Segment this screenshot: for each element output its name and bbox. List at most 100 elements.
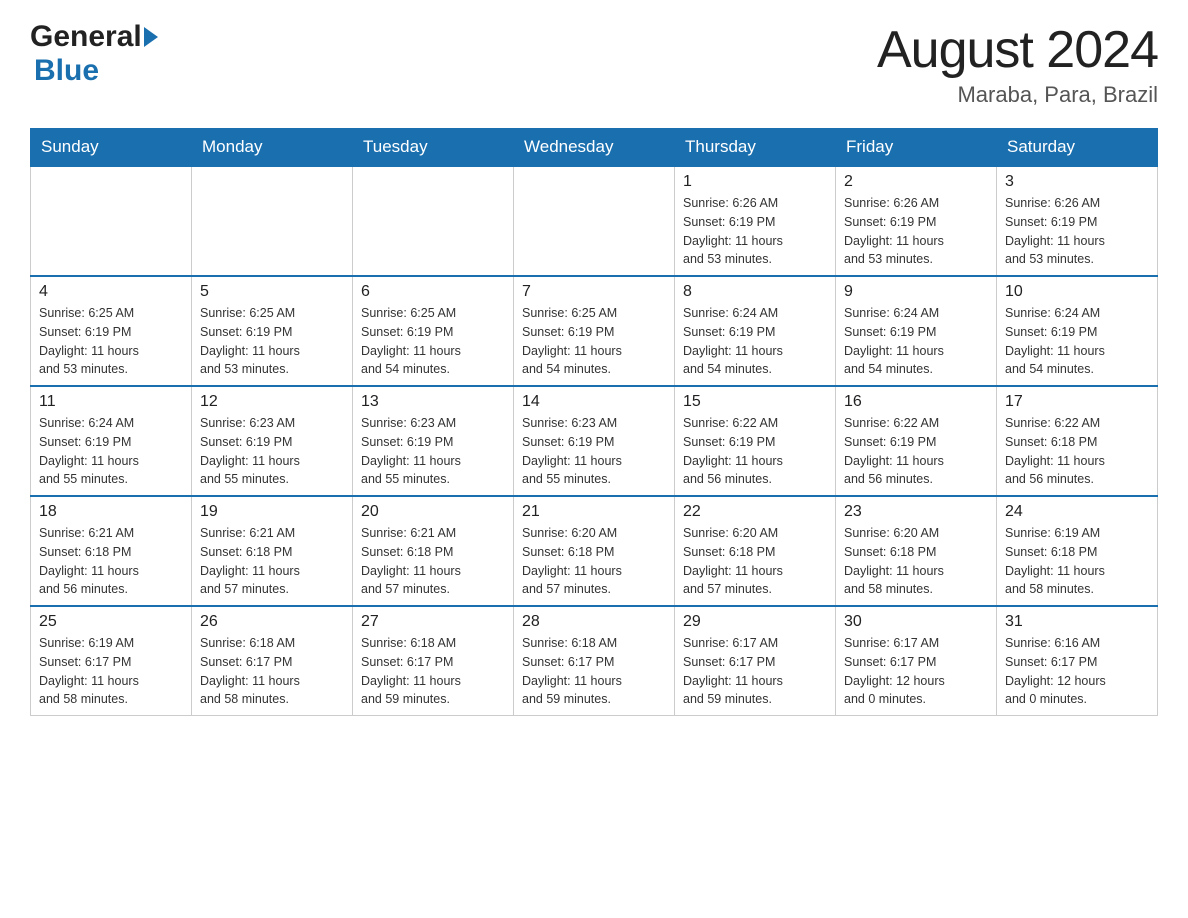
calendar-cell: 18 Sunrise: 6:21 AM Sunset: 6:18 PM Dayli… [31, 496, 192, 606]
calendar-cell: 5 Sunrise: 6:25 AM Sunset: 6:19 PM Daylig… [192, 276, 353, 386]
weekday-header-monday: Monday [192, 129, 353, 167]
day-info: Sunrise: 6:20 AM Sunset: 6:18 PM Dayligh… [683, 524, 827, 599]
calendar-table: SundayMondayTuesdayWednesdayThursdayFrid… [30, 128, 1158, 716]
day-number: 15 [683, 393, 827, 411]
day-info: Sunrise: 6:23 AM Sunset: 6:19 PM Dayligh… [200, 414, 344, 489]
calendar-cell: 14Sunrise: 6:23 AM Sunset: 6:19 PM Dayli… [514, 386, 675, 496]
day-info: Sunrise: 6:18 AM Sunset: 6:17 PM Dayligh… [522, 634, 666, 709]
day-number: 1 [683, 173, 827, 191]
day-info: Sunrise: 6:19 AM Sunset: 6:18 PM Dayligh… [1005, 524, 1149, 599]
week-row-3: 11Sunrise: 6:24 AM Sunset: 6:19 PM Dayli… [31, 386, 1158, 496]
day-number: 27 [361, 613, 505, 631]
calendar-cell: 29 Sunrise: 6:17 AM Sunset: 6:17 PM Dayli… [675, 606, 836, 716]
day-info: Sunrise: 6:18 AM Sunset: 6:17 PM Dayligh… [361, 634, 505, 709]
day-info: Sunrise: 6:25 AM Sunset: 6:19 PM Dayligh… [39, 304, 183, 379]
weekday-header-saturday: Saturday [997, 129, 1158, 167]
week-row-1: 1 Sunrise: 6:26 AM Sunset: 6:19 PM Daylig… [31, 166, 1158, 276]
day-info: Sunrise: 6:24 AM Sunset: 6:19 PM Dayligh… [844, 304, 988, 379]
calendar-cell: 25 Sunrise: 6:19 AM Sunset: 6:17 PM Dayli… [31, 606, 192, 716]
weekday-header-thursday: Thursday [675, 129, 836, 167]
day-number: 5 [200, 283, 344, 301]
day-info: Sunrise: 6:17 AM Sunset: 6:17 PM Dayligh… [683, 634, 827, 709]
day-info: Sunrise: 6:20 AM Sunset: 6:18 PM Dayligh… [522, 524, 666, 599]
calendar-cell: 13 Sunrise: 6:23 AM Sunset: 6:19 PM Dayli… [353, 386, 514, 496]
weekday-header-sunday: Sunday [31, 129, 192, 167]
day-info: Sunrise: 6:26 AM Sunset: 6:19 PM Dayligh… [844, 194, 988, 269]
location-title: Maraba, Para, Brazil [877, 82, 1158, 108]
calendar-cell: 15 Sunrise: 6:22 AM Sunset: 6:19 PM Dayli… [675, 386, 836, 496]
month-title: August 2024 [877, 20, 1158, 80]
day-number: 13 [361, 393, 505, 411]
page-header: General Blue August 2024 Maraba, Para, B… [30, 20, 1158, 108]
day-number: 4 [39, 283, 183, 301]
day-info: Sunrise: 6:16 AM Sunset: 6:17 PM Dayligh… [1005, 634, 1149, 709]
day-number: 25 [39, 613, 183, 631]
day-number: 9 [844, 283, 988, 301]
day-info: Sunrise: 6:25 AM Sunset: 6:19 PM Dayligh… [200, 304, 344, 379]
calendar-cell: 19Sunrise: 6:21 AM Sunset: 6:18 PM Dayli… [192, 496, 353, 606]
day-info: Sunrise: 6:18 AM Sunset: 6:17 PM Dayligh… [200, 634, 344, 709]
day-info: Sunrise: 6:19 AM Sunset: 6:17 PM Dayligh… [39, 634, 183, 709]
day-number: 23 [844, 503, 988, 521]
calendar-cell: 9 Sunrise: 6:24 AM Sunset: 6:19 PM Daylig… [836, 276, 997, 386]
calendar-cell: 17Sunrise: 6:22 AM Sunset: 6:18 PM Dayli… [997, 386, 1158, 496]
day-number: 6 [361, 283, 505, 301]
logo-triangle-icon [144, 27, 158, 47]
calendar-cell: 23 Sunrise: 6:20 AM Sunset: 6:18 PM Dayli… [836, 496, 997, 606]
calendar-cell: 3 Sunrise: 6:26 AM Sunset: 6:19 PM Daylig… [997, 166, 1158, 276]
calendar-cell: 30 Sunrise: 6:17 AM Sunset: 6:17 PM Dayli… [836, 606, 997, 716]
day-number: 24 [1005, 503, 1149, 521]
day-number: 3 [1005, 173, 1149, 191]
weekday-header-tuesday: Tuesday [353, 129, 514, 167]
day-number: 2 [844, 173, 988, 191]
day-number: 7 [522, 283, 666, 301]
day-number: 29 [683, 613, 827, 631]
day-info: Sunrise: 6:24 AM Sunset: 6:19 PM Dayligh… [1005, 304, 1149, 379]
day-info: Sunrise: 6:24 AM Sunset: 6:19 PM Dayligh… [683, 304, 827, 379]
calendar-cell: 24 Sunrise: 6:19 AM Sunset: 6:18 PM Dayli… [997, 496, 1158, 606]
logo-blue-text: Blue [34, 54, 99, 87]
day-info: Sunrise: 6:20 AM Sunset: 6:18 PM Dayligh… [844, 524, 988, 599]
calendar-cell [192, 166, 353, 276]
weekday-header-friday: Friday [836, 129, 997, 167]
day-number: 14 [522, 393, 666, 411]
day-number: 28 [522, 613, 666, 631]
day-info: Sunrise: 6:23 AM Sunset: 6:19 PM Dayligh… [361, 414, 505, 489]
day-info: Sunrise: 6:21 AM Sunset: 6:18 PM Dayligh… [39, 524, 183, 599]
day-number: 19 [200, 503, 344, 521]
day-number: 17 [1005, 393, 1149, 411]
day-number: 30 [844, 613, 988, 631]
logo: General Blue [30, 20, 158, 88]
weekday-header-row: SundayMondayTuesdayWednesdayThursdayFrid… [31, 129, 1158, 167]
calendar-cell [31, 166, 192, 276]
calendar-cell: 6Sunrise: 6:25 AM Sunset: 6:19 PM Daylig… [353, 276, 514, 386]
calendar-cell: 1Sunrise: 6:26 AM Sunset: 6:19 PM Daylig… [675, 166, 836, 276]
calendar-cell: 7 Sunrise: 6:25 AM Sunset: 6:19 PM Daylig… [514, 276, 675, 386]
day-number: 20 [361, 503, 505, 521]
calendar-cell: 11Sunrise: 6:24 AM Sunset: 6:19 PM Dayli… [31, 386, 192, 496]
calendar-cell: 31 Sunrise: 6:16 AM Sunset: 6:17 PM Dayli… [997, 606, 1158, 716]
day-number: 16 [844, 393, 988, 411]
day-info: Sunrise: 6:22 AM Sunset: 6:19 PM Dayligh… [844, 414, 988, 489]
day-info: Sunrise: 6:17 AM Sunset: 6:17 PM Dayligh… [844, 634, 988, 709]
calendar-cell: 4 Sunrise: 6:25 AM Sunset: 6:19 PM Daylig… [31, 276, 192, 386]
day-number: 18 [39, 503, 183, 521]
calendar-cell: 27 Sunrise: 6:18 AM Sunset: 6:17 PM Dayli… [353, 606, 514, 716]
day-number: 21 [522, 503, 666, 521]
calendar-cell: 8Sunrise: 6:24 AM Sunset: 6:19 PM Daylig… [675, 276, 836, 386]
calendar-cell: 10 Sunrise: 6:24 AM Sunset: 6:19 PM Dayli… [997, 276, 1158, 386]
day-info: Sunrise: 6:22 AM Sunset: 6:19 PM Dayligh… [683, 414, 827, 489]
day-info: Sunrise: 6:26 AM Sunset: 6:19 PM Dayligh… [1005, 194, 1149, 269]
day-number: 11 [39, 393, 183, 411]
calendar-cell: 26 Sunrise: 6:18 AM Sunset: 6:17 PM Dayli… [192, 606, 353, 716]
calendar-cell: 16 Sunrise: 6:22 AM Sunset: 6:19 PM Dayli… [836, 386, 997, 496]
week-row-2: 4 Sunrise: 6:25 AM Sunset: 6:19 PM Daylig… [31, 276, 1158, 386]
day-info: Sunrise: 6:25 AM Sunset: 6:19 PM Dayligh… [522, 304, 666, 379]
calendar-cell: 12Sunrise: 6:23 AM Sunset: 6:19 PM Dayli… [192, 386, 353, 496]
day-number: 26 [200, 613, 344, 631]
day-number: 10 [1005, 283, 1149, 301]
day-number: 31 [1005, 613, 1149, 631]
title-block: August 2024 Maraba, Para, Brazil [877, 20, 1158, 108]
calendar-cell: 2 Sunrise: 6:26 AM Sunset: 6:19 PM Daylig… [836, 166, 997, 276]
logo-general-text: General [30, 20, 142, 54]
